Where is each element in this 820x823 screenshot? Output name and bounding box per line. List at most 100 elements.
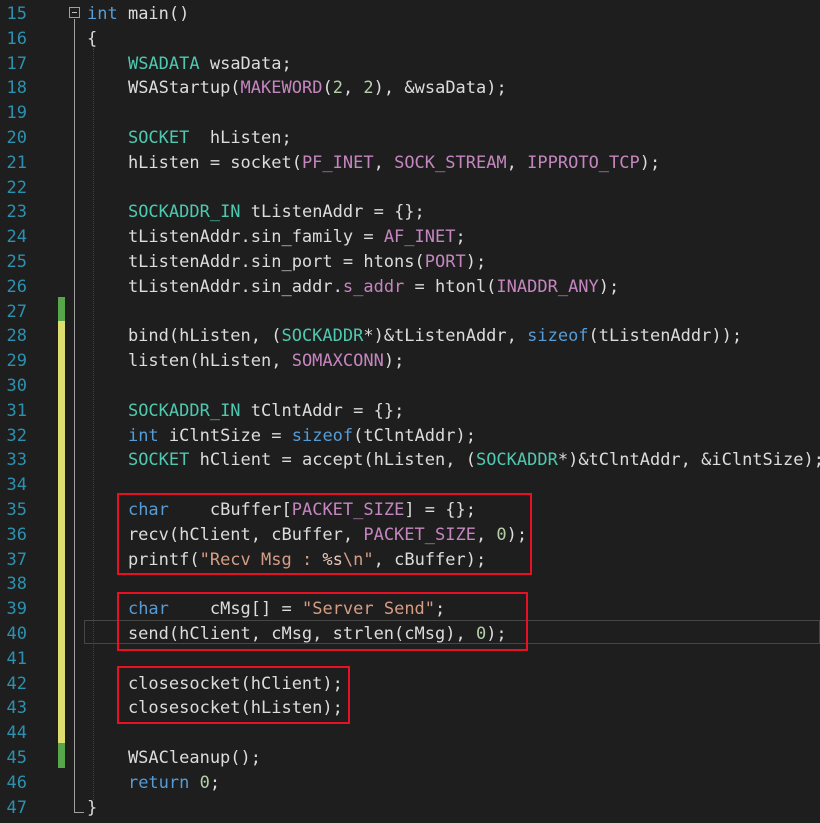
code-token-txt: hListen = socket( <box>87 152 302 173</box>
line-number: 22 <box>6 177 27 198</box>
code-token-kw: return <box>127 772 190 793</box>
line-number: 15 <box>6 4 27 24</box>
code-token-txt: main() <box>117 4 190 24</box>
line-number: 35 <box>6 500 27 520</box>
code-token-txt: , <box>342 78 364 99</box>
code-line[interactable]: 28 bind(hListen, (SOCKADDR*)&tListenAddr… <box>0 324 820 349</box>
line-number: 19 <box>6 103 27 124</box>
code-text[interactable]: int main() <box>87 2 189 27</box>
code-token-kw: int <box>127 425 159 446</box>
code-line[interactable]: 30 <box>0 374 820 399</box>
code-token-txt: { <box>87 28 98 49</box>
code-token-txt: ; <box>455 227 466 248</box>
code-token-mac: INADDR_ANY <box>496 276 599 297</box>
line-number: 43 <box>6 698 27 719</box>
line-number: 24 <box>6 227 27 248</box>
code-text[interactable]: listen(hListen, SOMAXCONN); <box>87 349 404 374</box>
code-token-txt: hListen; <box>189 128 292 148</box>
code-text[interactable]: { <box>87 27 97 52</box>
code-token-txt: *)&tClntAddr, &iClntSize); <box>557 450 820 471</box>
code-line[interactable]: 16 { <box>0 27 820 52</box>
code-editor[interactable]: 15 int main() 16{17 WSADATA wsaData; 18 WSA… <box>0 0 820 823</box>
code-token-mac: SOCK_STREAM <box>394 152 507 173</box>
code-text[interactable]: int iClntSize = sizeof(tClntAddr); <box>87 424 476 449</box>
code-line[interactable]: 45 WSACleanup(); <box>0 746 820 771</box>
code-text[interactable]: SOCKADDR_IN tClntAddr = {}; <box>87 399 404 424</box>
line-number: 17 <box>6 53 27 74</box>
code-token-mac: SOMAXCONN <box>291 351 384 372</box>
code-line[interactable]: 19 <box>0 101 820 126</box>
code-token-num: 2 <box>332 78 343 99</box>
code-token-txt: iClntSize = <box>158 425 292 446</box>
code-text[interactable]: SOCKET hListen; <box>87 126 292 151</box>
code-line[interactable]: 25 tListenAddr.sin_port = htons(PORT); <box>0 250 820 275</box>
code-token-num: 2 <box>363 78 374 99</box>
line-number: 38 <box>6 574 27 595</box>
code-text[interactable]: tListenAddr.sin_family = AF_INET; <box>87 225 466 250</box>
code-text[interactable]: WSADATA wsaData; <box>87 52 292 77</box>
code-line[interactable]: 31 SOCKADDR_IN tClntAddr = {}; <box>0 399 820 424</box>
code-token-txt: tListenAddr.sin_port = htons( <box>87 252 425 272</box>
code-line[interactable]: 15 int main() <box>0 2 820 27</box>
code-token-type: SOCKADDR_IN <box>127 400 241 421</box>
code-line[interactable]: 23 SOCKADDR_IN tListenAddr = {}; <box>0 200 820 225</box>
code-token-txt: WSACleanup(); <box>87 748 261 768</box>
code-token-txt: ), &wsaData); <box>373 78 507 99</box>
code-line[interactable]: 17 WSADATA wsaData; <box>0 52 820 77</box>
line-number: 23 <box>6 202 27 223</box>
code-text[interactable]: WSAStartup(MAKEWORD(2, 2), &wsaData); <box>87 76 507 101</box>
code-line[interactable]: 24 tListenAddr.sin_family = AF_INET; <box>0 225 820 250</box>
code-token-kw: int <box>87 4 118 24</box>
code-line[interactable]: 29 listen(hListen, SOMAXCONN); <box>0 349 820 374</box>
line-number: 41 <box>6 648 27 669</box>
line-number: 26 <box>6 276 27 297</box>
code-token-type: SOCKET <box>127 450 190 471</box>
code-line[interactable]: 18 WSAStartup(MAKEWORD(2, 2), &wsaData); <box>0 76 820 101</box>
code-text[interactable]: SOCKADDR_IN tListenAddr = {}; <box>87 200 425 225</box>
line-number: 36 <box>6 524 27 545</box>
code-line[interactable]: 44 <box>0 721 820 746</box>
code-line[interactable]: 21 hListen = socket(PF_INET, SOCK_STREAM… <box>0 151 820 176</box>
code-text[interactable]: return 0; <box>87 771 220 796</box>
code-line[interactable]: 26 tListenAddr.sin_addr.s_addr = htonl(I… <box>0 275 820 300</box>
code-text[interactable]: } <box>87 796 97 821</box>
code-token-mac: IPPROTO_TCP <box>527 152 640 173</box>
line-number: 21 <box>6 152 27 173</box>
code-line[interactable]: 32 int iClntSize = sizeof(tClntAddr); <box>0 424 820 449</box>
code-text[interactable]: WSACleanup(); <box>87 746 261 771</box>
code-token-type: SOCKADDR <box>475 450 558 471</box>
code-line[interactable]: 46 return 0; <box>0 771 820 796</box>
code-line[interactable]: 20 SOCKET hListen; <box>0 126 820 151</box>
code-line[interactable]: 22 <box>0 176 820 201</box>
code-token-num: 0 <box>199 772 210 793</box>
code-token-txt: hClient = accept(hListen, ( <box>189 450 476 471</box>
code-text[interactable]: hListen = socket(PF_INET, SOCK_STREAM, I… <box>87 151 660 176</box>
code-token-txt: ; <box>209 772 221 793</box>
highlight-box-recv <box>117 493 532 575</box>
highlight-box-send <box>117 592 528 651</box>
code-line[interactable]: 27 <box>0 300 820 325</box>
code-token-txt: WSAStartup( <box>127 78 241 99</box>
code-text[interactable]: tListenAddr.sin_port = htons(PORT); <box>87 250 486 275</box>
line-number: 30 <box>6 376 27 396</box>
line-number: 42 <box>6 673 27 694</box>
code-token-txt: ); <box>465 252 487 272</box>
code-text[interactable]: SOCKET hClient = accept(hListen, (SOCKAD… <box>87 448 820 473</box>
code-line[interactable]: 47} <box>0 796 820 821</box>
line-number: 39 <box>6 599 27 620</box>
line-number: 25 <box>6 252 27 272</box>
code-token-txt: (tClntAddr); <box>353 425 476 446</box>
code-text[interactable]: tListenAddr.sin_addr.s_addr = htonl(INAD… <box>87 275 619 300</box>
code-text[interactable]: bind(hListen, (SOCKADDR*)&tListenAddr, s… <box>87 324 742 349</box>
code-token-txt: = htonl( <box>404 276 497 297</box>
code-token-txt: tListenAddr.sin_family = <box>87 227 384 248</box>
code-token-type: SOCKET <box>127 128 190 148</box>
code-line[interactable]: 33 SOCKET hClient = accept(hListen, (SOC… <box>0 448 820 473</box>
